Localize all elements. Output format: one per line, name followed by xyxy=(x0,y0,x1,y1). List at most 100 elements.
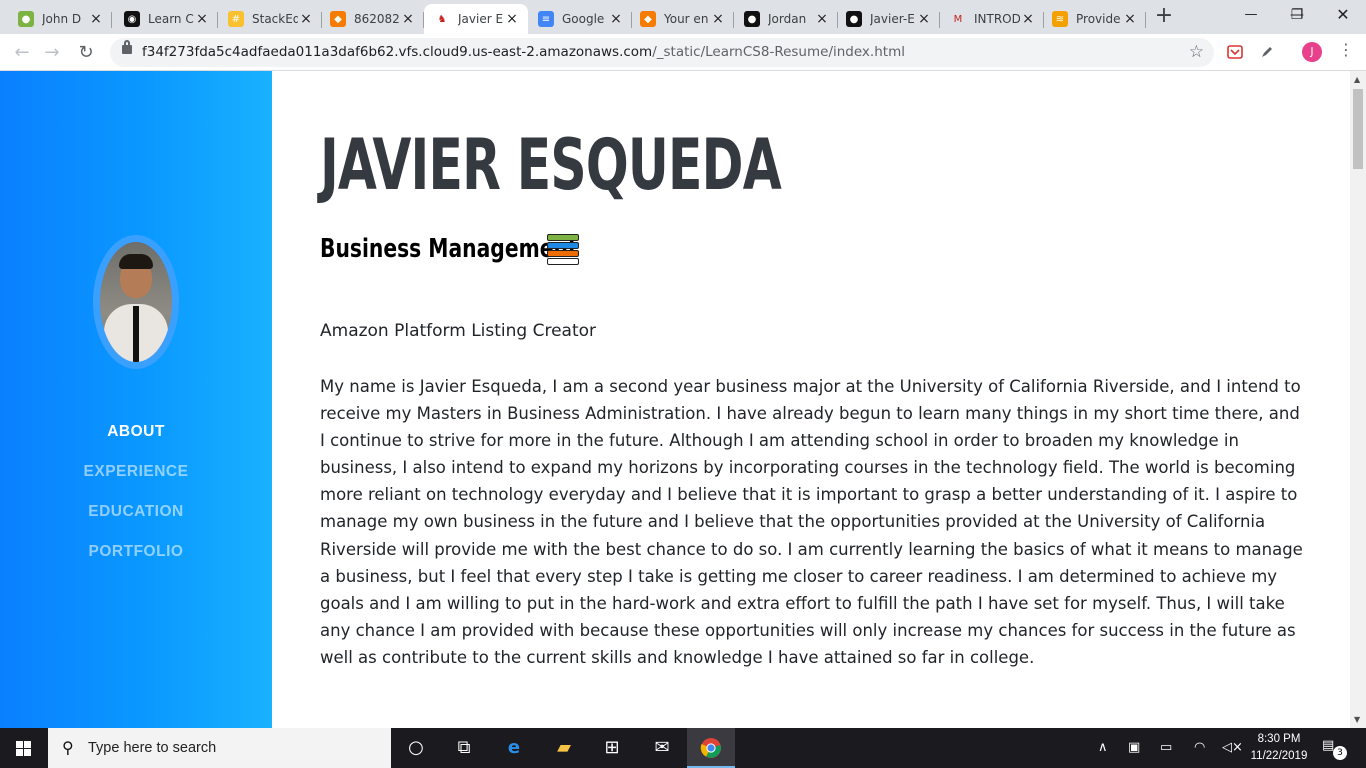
avocado-icon: ● xyxy=(18,11,34,27)
page-scrollbar[interactable]: ▲ ▼ xyxy=(1350,71,1366,728)
browser-tab[interactable]: ≡ Google × xyxy=(528,4,632,34)
close-tab-icon[interactable]: × xyxy=(710,11,726,27)
browser-tab[interactable]: ● Javier-E × xyxy=(836,4,940,34)
browser-tab-label: Your en xyxy=(664,12,709,26)
back-arrow-icon[interactable]: ← xyxy=(8,39,36,67)
browser-tab-label: StackEd xyxy=(252,12,298,26)
clock-date: 11/22/2019 xyxy=(1250,750,1308,762)
browser-tab[interactable]: ◆ Your en × xyxy=(630,4,734,34)
browser-tab-strip: ● John D × ◉ Learn C × # StackEd × ◆ 862082 × ♞ Javie… xyxy=(0,0,1366,34)
github-icon: ● xyxy=(744,11,760,27)
browser-tab-label: Javier E xyxy=(458,12,504,26)
profile-avatar-button[interactable]: J xyxy=(1302,42,1322,62)
search-placeholder: Type here to search xyxy=(88,740,217,756)
google-docs-icon: ≡ xyxy=(538,11,554,27)
start-button[interactable] xyxy=(0,728,48,768)
wifi-icon[interactable]: ◠ xyxy=(1194,740,1205,755)
browser-tab[interactable]: # StackEd × xyxy=(218,4,322,34)
store-icon[interactable]: ⊞ xyxy=(588,728,636,768)
browser-tab-label: John D xyxy=(42,12,82,26)
scroll-up-icon[interactable]: ▲ xyxy=(1354,75,1360,84)
windows-taskbar: ⚲ Type here to search ○ ⧉ e ▰ ⊞ ✉ ∧ ▣ ▭ … xyxy=(0,728,1366,768)
browser-tab[interactable]: ● Jordan × xyxy=(734,4,838,34)
file-explorer-icon[interactable]: ▰ xyxy=(540,728,588,768)
close-tab-icon[interactable]: × xyxy=(608,11,624,27)
cube-icon: ◆ xyxy=(640,11,656,27)
clock-time: 8:30 PM xyxy=(1257,733,1301,745)
browser-tab-label: Google xyxy=(562,12,605,26)
menu-kebab-icon[interactable]: ⋮ xyxy=(1338,40,1354,59)
subtitle: Business Management xyxy=(320,234,578,264)
browser-tab[interactable]: ◆ 862082 × xyxy=(320,4,424,34)
scrollbar-thumb[interactable] xyxy=(1353,89,1363,169)
bookmark-star-icon[interactable]: ☆ xyxy=(1189,42,1204,62)
close-tab-icon[interactable]: × xyxy=(814,11,830,27)
subtitle-row: Business Management xyxy=(320,233,581,265)
minimize-icon[interactable]: — xyxy=(1228,0,1274,32)
close-tab-icon[interactable]: × xyxy=(1020,11,1036,27)
browser-tab-label: Provide xyxy=(1076,12,1121,26)
forward-arrow-icon[interactable]: → xyxy=(38,39,66,67)
edge-browser-icon[interactable]: e xyxy=(490,728,538,768)
bio-paragraph: My name is Javier Esqueda, I am a second… xyxy=(320,377,1303,667)
close-tab-icon[interactable]: × xyxy=(916,11,932,27)
person-icon: ♞ xyxy=(437,13,447,25)
browser-tab-label: 862082 xyxy=(354,12,400,26)
system-clock[interactable]: 8:30 PM 11/22/2019 xyxy=(1246,731,1312,765)
stack-icon: ≋ xyxy=(1052,11,1068,27)
task-view-icon[interactable]: ⧉ xyxy=(440,728,488,768)
browser-tab-label: Jordan xyxy=(768,12,807,26)
new-tab-button[interactable]: + xyxy=(1152,4,1176,30)
close-tab-icon[interactable]: × xyxy=(504,11,520,27)
cortana-icon[interactable]: ○ xyxy=(392,728,440,768)
browser-tab[interactable]: ◉ Learn C × xyxy=(114,4,218,34)
notification-count-badge: 3 xyxy=(1333,746,1347,760)
job-title: Amazon Platform Listing Creator xyxy=(320,321,597,341)
browser-tab[interactable]: ≋ Provide × xyxy=(1042,4,1146,34)
close-tab-icon[interactable]: × xyxy=(1122,11,1138,27)
action-center-icon[interactable]: ▤ 3 xyxy=(1322,738,1347,760)
nav-link-experience[interactable]: EXPERIENCE xyxy=(0,461,272,501)
books-icon xyxy=(547,233,581,265)
browser-tab-label: Learn C xyxy=(148,12,194,26)
close-tab-icon[interactable]: × xyxy=(400,11,416,27)
nav-link-portfolio[interactable]: PORTFOLIO xyxy=(0,541,272,581)
nav-link-education[interactable]: EDUCATION xyxy=(0,501,272,541)
pen-extension-icon[interactable] xyxy=(1259,44,1275,60)
browser-tab[interactable]: M INTROD × xyxy=(940,4,1044,34)
page-viewport: ABOUT EXPERIENCE EDUCATION PORTFOLIO JAV… xyxy=(0,71,1350,728)
resume-sidebar: ABOUT EXPERIENCE EDUCATION PORTFOLIO xyxy=(0,71,272,728)
close-window-icon[interactable]: ✕ xyxy=(1320,0,1366,32)
chrome-taskbar-icon[interactable] xyxy=(687,728,735,768)
restore-icon[interactable]: ❐ xyxy=(1274,0,1320,32)
scroll-down-icon[interactable]: ▼ xyxy=(1354,715,1360,724)
pocket-extension-icon[interactable] xyxy=(1227,44,1243,60)
lock-icon xyxy=(122,40,132,54)
tray-chevron-icon[interactable]: ∧ xyxy=(1098,740,1108,755)
taskbar-search-box[interactable]: ⚲ Type here to search xyxy=(48,728,391,768)
display-icon[interactable]: ▣ xyxy=(1128,740,1140,755)
browser-tab[interactable]: ♞ Javier E × xyxy=(424,4,528,34)
browser-toolbar: ← → ↻ f34f273fda5c4adfaeda011a3daf6b62.v… xyxy=(0,34,1366,71)
browser-tab-label: Javier-E xyxy=(870,12,915,26)
sidebar-nav: ABOUT EXPERIENCE EDUCATION PORTFOLIO xyxy=(0,421,272,581)
browser-tab-label: INTROD xyxy=(974,12,1020,26)
github-icon: ● xyxy=(846,11,862,27)
cube-icon: ◆ xyxy=(330,11,346,27)
profile-photo xyxy=(93,235,179,369)
close-tab-icon[interactable]: × xyxy=(88,11,104,27)
close-tab-icon[interactable]: × xyxy=(194,11,210,27)
url-text[interactable]: f34f273fda5c4adfaeda011a3daf6b62.vfs.clo… xyxy=(142,44,905,60)
browser-tab[interactable]: ● John D × xyxy=(8,4,112,34)
address-bar[interactable]: f34f273fda5c4adfaeda011a3daf6b62.vfs.clo… xyxy=(110,38,1214,67)
gmail-icon: M xyxy=(953,13,963,25)
stackedit-icon: # xyxy=(228,11,244,27)
windows-logo-icon xyxy=(16,741,32,756)
owl-icon: ◉ xyxy=(124,11,140,27)
battery-icon[interactable]: ▭ xyxy=(1160,740,1172,755)
nav-link-about[interactable]: ABOUT xyxy=(0,421,272,461)
reload-icon[interactable]: ↻ xyxy=(72,39,100,67)
close-tab-icon[interactable]: × xyxy=(298,11,314,27)
volume-muted-icon[interactable]: ◁× xyxy=(1222,740,1243,755)
mail-icon[interactable]: ✉ xyxy=(638,728,686,768)
